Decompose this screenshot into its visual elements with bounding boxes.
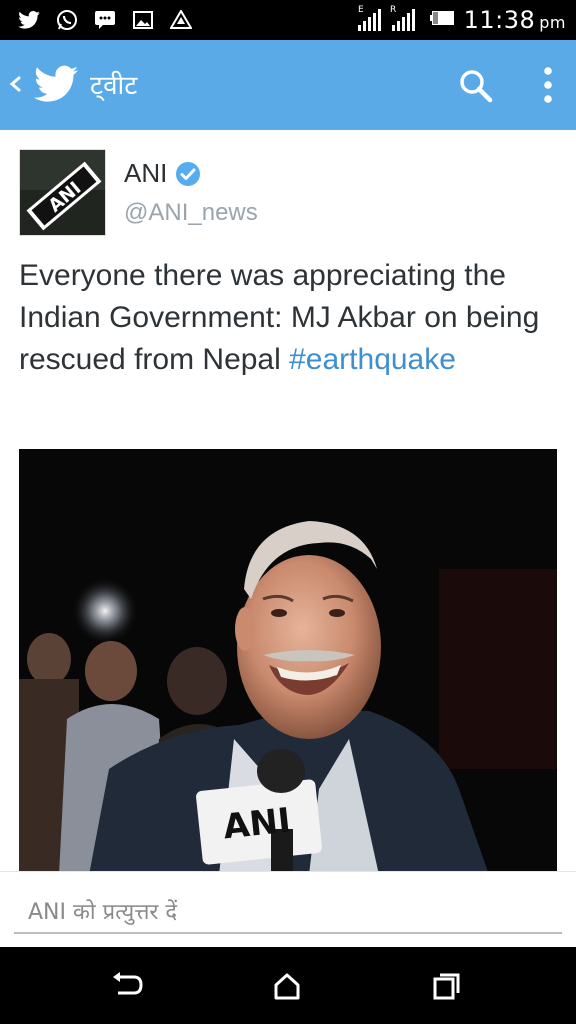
system-nav-bar bbox=[0, 947, 576, 1024]
mic-logo-text: ANI bbox=[221, 801, 292, 848]
back-icon[interactable] bbox=[110, 971, 144, 1001]
network-label-e: E bbox=[358, 5, 364, 15]
ampm-text: pm bbox=[539, 13, 566, 32]
clock: 11:38 pm bbox=[464, 6, 566, 34]
time-text: 11:38 bbox=[463, 6, 536, 34]
author-name[interactable]: ANI bbox=[124, 158, 167, 189]
tweet-body: Everyone there was appreciating the Indi… bbox=[19, 259, 540, 376]
twitter-bird-icon[interactable] bbox=[34, 62, 78, 106]
app-bar: ट्वीट bbox=[0, 40, 576, 130]
author-avatar[interactable]: ANI bbox=[19, 149, 106, 236]
tweet-photo[interactable]: ANI bbox=[19, 449, 557, 875]
tweet-text: Everyone there was appreciating the Indi… bbox=[19, 255, 559, 381]
author-line: ANI bbox=[124, 158, 201, 189]
author-handle[interactable]: @ANI_news bbox=[124, 199, 258, 227]
back-chevron-icon[interactable] bbox=[8, 70, 22, 98]
status-bar: E R 11:38 pm bbox=[0, 0, 576, 40]
network-label-r: R bbox=[390, 5, 396, 15]
image-icon bbox=[132, 9, 154, 31]
search-icon[interactable] bbox=[456, 66, 496, 106]
recent-apps-icon[interactable] bbox=[430, 971, 464, 1001]
message-icon bbox=[94, 9, 116, 31]
page-title: ट्वीट bbox=[90, 71, 138, 101]
drive-icon bbox=[170, 9, 192, 31]
notification-icons bbox=[18, 8, 192, 32]
more-options-icon[interactable] bbox=[532, 64, 564, 106]
signal-icon: E R bbox=[356, 3, 422, 37]
hashtag-link[interactable]: #earthquake bbox=[289, 343, 456, 376]
verified-badge-icon bbox=[176, 161, 201, 186]
reply-area bbox=[0, 871, 576, 947]
battery-icon bbox=[429, 8, 456, 32]
whatsapp-icon bbox=[56, 9, 78, 31]
status-indicators: E R 11:38 pm bbox=[356, 4, 566, 36]
twitter-icon bbox=[18, 9, 40, 31]
reply-input[interactable] bbox=[14, 892, 562, 934]
home-icon[interactable] bbox=[270, 971, 304, 1001]
